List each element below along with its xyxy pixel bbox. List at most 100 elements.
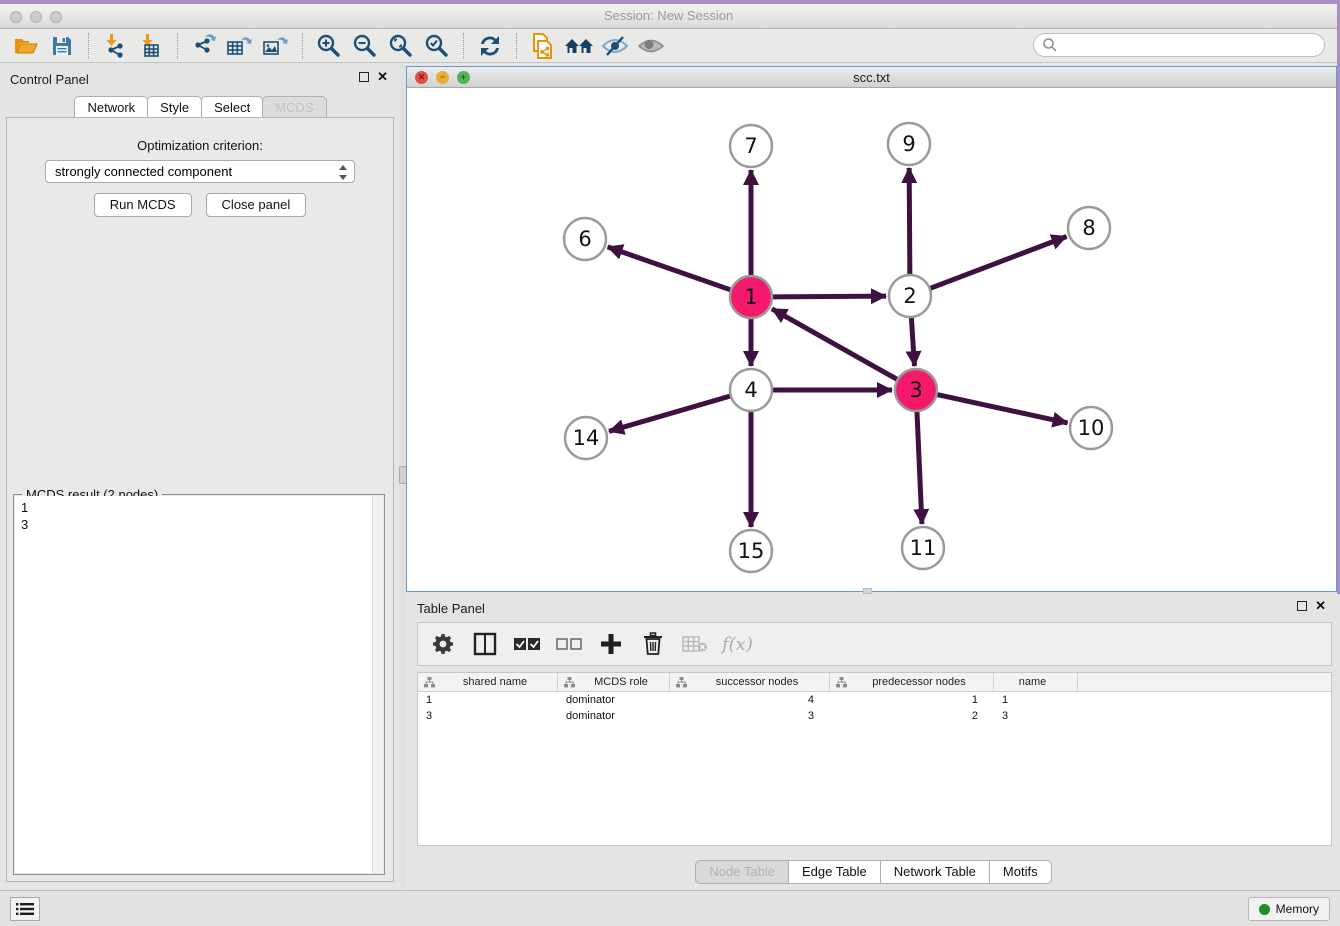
tab-node-table[interactable]: Node Table [695,860,789,884]
node-label-14: 14 [573,426,600,450]
cell-name[interactable]: 1 [994,692,1078,708]
function-builder-icon: f(x) [722,634,753,655]
close-panel-icon[interactable]: ✕ [1315,601,1326,611]
cell-successor-nodes[interactable]: 4 [670,692,830,708]
column-view-icon[interactable] [470,629,500,659]
import-network-icon[interactable] [97,32,133,60]
tab-select[interactable]: Select [201,96,263,119]
window-titlebar: Session: New Session [0,4,1337,29]
cell-predecessor-nodes[interactable]: 2 [830,708,994,724]
mcds-result-group: MCDS result (2 nodes) 1 3 [13,494,385,875]
edge-3-11[interactable] [917,411,922,524]
search-icon [1042,37,1058,53]
node-label-8: 8 [1082,216,1095,240]
eye-slash-icon[interactable] [597,32,633,60]
search-input[interactable] [1033,33,1325,57]
open-folder-icon[interactable] [8,32,44,60]
table-row[interactable]: 1dominator411 [418,692,1331,708]
export-table-icon[interactable] [222,32,258,60]
cell-MCDS-role[interactable]: dominator [558,708,670,724]
memory-status-icon [1259,904,1270,915]
task-list-button[interactable] [10,897,40,921]
export-image-icon[interactable] [258,32,294,60]
node-label-4: 4 [744,378,757,402]
tab-mcds[interactable]: MCDS [262,96,326,119]
control-panel-tabs: NetworkStyleSelectMCDS [0,96,400,119]
cell-predecessor-nodes[interactable]: 1 [830,692,994,708]
edge-3-1[interactable] [772,309,898,380]
houses-icon[interactable] [561,32,597,60]
tab-network-table[interactable]: Network Table [880,860,990,884]
refresh-icon[interactable] [472,32,508,60]
column-header-successor-nodes[interactable]: successor nodes [670,673,830,691]
save-icon[interactable] [44,32,80,60]
trash-icon[interactable] [638,629,668,659]
tab-edge-table[interactable]: Edge Table [788,860,881,884]
column-header-MCDS-role[interactable]: MCDS role [558,673,670,691]
table-header-row: shared nameMCDS rolesuccessor nodesprede… [418,673,1331,692]
select-chevrons-icon [338,164,348,184]
network-graph[interactable]: 7968124314101511 [407,88,1336,591]
import-table-icon[interactable] [133,32,169,60]
deselect-all-checkboxes-icon[interactable] [554,629,584,659]
cell-shared-name[interactable]: 3 [418,708,558,724]
selected-option: strongly connected component [55,164,232,179]
status-bar: Memory [0,890,1340,926]
mcds-result-text[interactable]: 1 3 [15,496,372,873]
table-row[interactable]: 3dominator323 [418,708,1331,724]
cell-successor-nodes[interactable]: 3 [670,708,830,724]
edge-2-9[interactable] [909,168,910,275]
zoom-selected-icon[interactable] [419,32,455,60]
cell-shared-name[interactable]: 1 [418,692,558,708]
float-panel-icon[interactable] [359,72,369,82]
table-body: 1dominator4113dominator323 [418,692,1331,724]
memory-button[interactable]: Memory [1248,897,1330,921]
edge-1-6[interactable] [608,247,732,290]
optimization-criterion-label: Optimization criterion: [7,138,393,153]
gear-icon[interactable] [428,629,458,659]
edge-4-14[interactable] [609,396,731,431]
tab-style[interactable]: Style [147,96,202,119]
column-header-shared-name[interactable]: shared name [418,673,558,691]
list-icon [16,902,34,916]
main-toolbar [0,29,1337,63]
select-all-checkboxes-icon[interactable] [512,629,542,659]
edge-3-10[interactable] [937,394,1068,422]
cell-MCDS-role[interactable]: dominator [558,692,670,708]
network-window-title: scc.txt [407,70,1336,85]
float-panel-icon[interactable] [1297,601,1307,611]
node-label-3: 3 [909,378,922,402]
node-label-11: 11 [910,536,937,560]
fit-content-icon[interactable] [383,32,419,60]
zoom-in-icon[interactable] [311,32,347,60]
network-view-window: ✕ − + scc.txt 7968124314101511 [406,66,1337,592]
close-panel-icon[interactable]: ✕ [377,72,388,82]
network-window-titlebar[interactable]: ✕ − + scc.txt [407,67,1336,88]
node-label-2: 2 [903,284,916,308]
table-panel-buttons: ✕ [1297,601,1326,611]
column-header-name[interactable]: name [994,673,1078,691]
add-row-icon[interactable] [596,629,626,659]
column-header-predecessor-nodes[interactable]: predecessor nodes [830,673,994,691]
eye-icon [633,32,669,60]
edge-1-2[interactable] [772,296,886,297]
edge-2-8[interactable] [930,237,1067,289]
export-network-icon[interactable] [186,32,222,60]
node-label-7: 7 [744,134,757,158]
zoom-out-icon[interactable] [347,32,383,60]
run-mcds-button[interactable]: Run MCDS [94,193,192,217]
edge-2-3[interactable] [911,317,914,366]
node-label-1: 1 [744,285,757,309]
cell-name[interactable]: 3 [994,708,1078,724]
result-scrollbar[interactable] [372,496,383,873]
tab-network[interactable]: Network [74,96,148,119]
node-label-9: 9 [902,132,915,156]
clone-network-icon[interactable] [525,32,561,60]
control-panel-title: Control Panel [10,72,89,87]
node-table[interactable]: shared nameMCDS rolesuccessor nodesprede… [417,672,1332,846]
optimization-criterion-select[interactable]: strongly connected component [45,160,355,183]
network-canvas[interactable]: 7968124314101511 [407,88,1336,591]
close-panel-button[interactable]: Close panel [206,193,307,217]
window-title: Session: New Session [0,8,1337,23]
tab-motifs[interactable]: Motifs [989,860,1052,884]
